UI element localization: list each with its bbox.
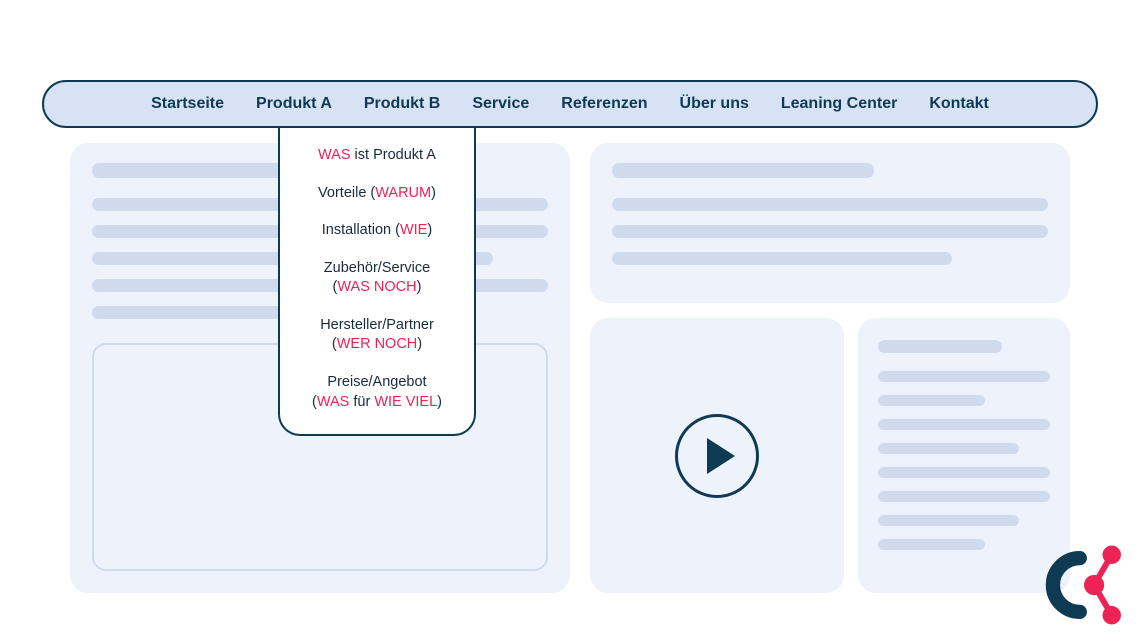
nav-item-ueber-uns[interactable]: Über uns — [680, 95, 749, 113]
dropdown-item-vorteile[interactable]: Vorteile (WARUM) — [290, 184, 464, 204]
dropdown-item-was[interactable]: WAS ist Produkt A — [290, 146, 464, 166]
content-panel-right-top — [590, 143, 1070, 303]
skeleton-list — [878, 340, 1050, 550]
nav-item-produkt-a[interactable]: Produkt A — [256, 95, 332, 113]
play-button[interactable] — [675, 414, 759, 498]
nav-item-startseite[interactable]: Startseite — [151, 95, 224, 113]
brand-logo-icon — [1042, 543, 1126, 627]
nav-item-service[interactable]: Service — [472, 95, 529, 113]
play-icon — [707, 438, 735, 474]
dropdown-item-preise[interactable]: Preise/Angebot(WAS für WIE VIEL) — [290, 373, 464, 412]
dropdown-produkt-a: WAS ist Produkt A Vorteile (WARUM) Insta… — [278, 128, 476, 436]
nav-item-leaning-center[interactable]: Leaning Center — [781, 95, 897, 113]
dropdown-item-zubehoer[interactable]: Zubehör/Service(WAS NOCH) — [290, 259, 464, 298]
nav-item-kontakt[interactable]: Kontakt — [929, 95, 989, 113]
video-panel — [590, 318, 844, 593]
content-panel-right-list — [858, 318, 1070, 593]
skeleton-paragraph — [612, 163, 1048, 279]
nav-item-produkt-b[interactable]: Produkt B — [364, 95, 440, 113]
dropdown-item-hersteller[interactable]: Hersteller/Partner(WER NOCH) — [290, 316, 464, 355]
nav-item-referenzen[interactable]: Referenzen — [561, 95, 647, 113]
dropdown-item-installation[interactable]: Installation (WIE) — [290, 221, 464, 241]
main-nav: Startseite Produkt A Produkt B Service R… — [42, 80, 1098, 128]
